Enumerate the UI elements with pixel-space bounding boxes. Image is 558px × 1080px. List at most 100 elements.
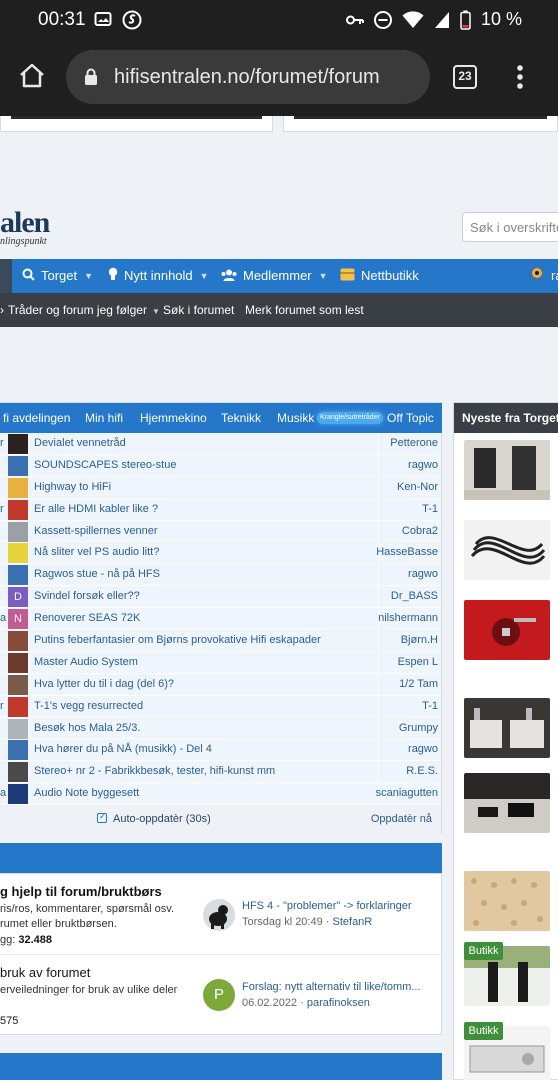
thread-author[interactable]: T-1 <box>422 503 438 515</box>
thread-title[interactable]: SOUNDSCAPES stereo-stue <box>34 459 176 471</box>
search-input[interactable]: Søk i overskrifter <box>462 212 558 242</box>
thread-title[interactable]: Putins feberfantasier om Bjørns provokat… <box>34 634 321 646</box>
tab-hifi-avdelingen[interactable]: fi avdelingen <box>3 403 70 433</box>
category-header[interactable] <box>0 1053 442 1080</box>
thread-row[interactable]: Nå sliter vel PS audio litt? HasseBasse <box>0 542 441 565</box>
thread-row[interactable]: Master Audio System Espen L <box>0 651 441 674</box>
thread-author[interactable]: Petterone <box>390 437 438 449</box>
last-post-title[interactable]: HFS 4 - "problemer" -> forklaringer <box>242 900 412 912</box>
thread-row[interactable]: SOUNDSCAPES stereo-stue ragwo <box>0 454 441 477</box>
thread-avatar[interactable] <box>8 631 28 652</box>
thread-author[interactable]: ragwo <box>408 743 438 755</box>
node-title[interactable]: bruk av forumet <box>0 965 90 980</box>
thread-row[interactable]: r T-1's vegg resurrected T-1 <box>0 695 441 718</box>
thread-avatar[interactable] <box>8 674 28 695</box>
update-now-link[interactable]: Oppdatèr nå <box>371 813 432 825</box>
thread-author[interactable]: Grumpy <box>399 722 438 734</box>
thread-title[interactable]: Svindel forsøk eller?? <box>34 590 140 602</box>
last-post-avatar[interactable] <box>203 899 235 931</box>
thread-title[interactable]: Kassett-spillernes venner <box>34 525 158 537</box>
subnav-mark-read[interactable]: Merk forumet som lest <box>245 293 364 327</box>
thread-title[interactable]: Renoverer SEAS 72K <box>34 612 140 624</box>
address-bar[interactable]: hifisentralen.no/forumet/forum <box>66 50 430 104</box>
thread-avatar[interactable] <box>8 696 28 717</box>
thread-title[interactable]: Besøk hos Mala 25/3. <box>34 722 140 734</box>
thread-row[interactable]: r Devialet vennetråd Petterone <box>0 433 441 455</box>
node-title[interactable]: g hjelp til forum/bruktbørs <box>0 884 162 899</box>
thread-title[interactable]: Er alle HDMI kabler like ? <box>34 503 158 515</box>
thread-author[interactable]: Cobra2 <box>402 525 438 537</box>
listing-thumbnail[interactable] <box>464 698 550 758</box>
thread-author[interactable]: Dr_BASS <box>391 590 438 602</box>
thread-author[interactable]: Bjørn.H <box>401 634 438 646</box>
thread-row[interactable]: Highway to HiFi Ken-Nor <box>0 476 441 499</box>
tab-teknikk[interactable]: Teknikk <box>221 403 261 433</box>
forum-node[interactable]: g hjelp til forum/bruktbørs ris/ros, kom… <box>0 874 442 954</box>
listing-thumbnail[interactable] <box>464 773 550 833</box>
thread-author[interactable]: scaniagutten <box>376 787 438 799</box>
tab-hjemmekino[interactable]: Hjemmekino <box>140 403 207 433</box>
more-menu-icon[interactable] <box>516 64 524 90</box>
listing-thumbnail[interactable] <box>464 600 550 660</box>
thread-title[interactable]: Highway to HiFi <box>34 481 111 493</box>
thread-author[interactable]: T-1 <box>422 700 438 712</box>
thread-avatar[interactable]: N <box>8 609 28 630</box>
thread-author[interactable]: ragwo <box>408 568 438 580</box>
listing-thumbnail[interactable] <box>464 871 550 931</box>
thread-row[interactable]: D Svindel forsøk eller?? Dr_BASS <box>0 586 441 609</box>
thread-author[interactable]: HasseBasse <box>376 546 438 558</box>
subnav-followed-threads[interactable]: › Tråder og forum jeg følger ▼ <box>0 293 160 327</box>
nav-item-account[interactable]: ra <box>529 259 558 293</box>
category-header[interactable] <box>0 843 442 873</box>
thread-row[interactable]: a N Renoverer SEAS 72K nilshermann <box>0 608 441 631</box>
thread-avatar[interactable] <box>8 521 28 542</box>
thread-author[interactable]: R.E.S. <box>406 765 438 777</box>
listing-thumbnail[interactable] <box>464 440 550 500</box>
thread-avatar[interactable] <box>8 477 28 498</box>
thread-title[interactable]: T-1's vegg resurrected <box>34 700 143 712</box>
thread-row[interactable]: Ragwos stue - nå på HFS ragwo <box>0 564 441 587</box>
thread-row[interactable]: Putins feberfantasier om Bjørns provokat… <box>0 630 441 652</box>
tab-min-hifi[interactable]: Min hifi <box>85 403 123 433</box>
thread-author[interactable]: ragwo <box>408 459 438 471</box>
thread-avatar[interactable] <box>8 762 28 783</box>
thread-title[interactable]: Hva lytter du til i dag (del 6)? <box>34 678 174 690</box>
thread-title[interactable]: Nå sliter vel PS audio litt? <box>34 546 159 558</box>
site-logo[interactable]: alen <box>0 206 50 240</box>
thread-avatar[interactable] <box>8 718 28 739</box>
thread-author[interactable]: 1/2 Tam <box>399 678 438 690</box>
thread-avatar[interactable] <box>8 652 28 673</box>
thread-title[interactable]: Stereo+ nr 2 - Fabrikkbesøk, tester, hif… <box>34 765 275 777</box>
ad-banner[interactable] <box>0 116 273 132</box>
thread-title[interactable]: Master Audio System <box>34 656 138 668</box>
last-post-avatar[interactable]: P <box>203 979 235 1011</box>
nav-item-medlemmer[interactable]: Medlemmer ▼ <box>221 259 328 293</box>
nav-item-torget[interactable]: Torget ▼ <box>22 259 93 293</box>
thread-avatar[interactable] <box>8 740 28 761</box>
thread-row[interactable]: Stereo+ nr 2 - Fabrikkbesøk, tester, hif… <box>0 761 441 784</box>
thread-author[interactable]: Ken-Nor <box>397 481 438 493</box>
thread-row[interactable]: Hva lytter du til i dag (del 6)? 1/2 Tam <box>0 673 441 696</box>
thread-title[interactable]: Ragwos stue - nå på HFS <box>34 568 160 580</box>
thread-avatar[interactable] <box>8 455 28 476</box>
last-post-title[interactable]: Forslag: nytt alternativ til like/tomm..… <box>242 981 421 993</box>
thread-avatar[interactable]: D <box>8 587 28 608</box>
auto-update-toggle[interactable]: Auto-oppdatèr (30s) <box>97 811 211 825</box>
thread-row[interactable]: Hva hører du på NÅ (musikk) - Del 4 ragwo <box>0 739 441 762</box>
ad-banner[interactable] <box>283 116 558 132</box>
tab-musikk[interactable]: Musikk <box>277 403 314 433</box>
thread-row[interactable]: r Er alle HDMI kabler like ? T-1 <box>0 498 441 521</box>
listing-thumbnail[interactable] <box>464 520 550 580</box>
thread-avatar[interactable] <box>8 784 28 805</box>
thread-avatar[interactable] <box>8 434 28 454</box>
thread-row[interactable]: Besøk hos Mala 25/3. Grumpy <box>0 717 441 740</box>
thread-author[interactable]: nilshermann <box>378 612 438 624</box>
subnav-search-forum[interactable]: Søk i forumet <box>163 293 234 327</box>
tab-switcher-button[interactable]: 23 <box>453 65 477 89</box>
nav-item-nytt-innhold[interactable]: Nytt innhold ▼ <box>108 259 209 293</box>
thread-title[interactable]: Hva hører du på NÅ (musikk) - Del 4 <box>34 743 212 755</box>
tab-krangle[interactable]: Krangle/sutretråder <box>317 412 383 424</box>
thread-title[interactable]: Audio Note byggesett <box>34 787 139 799</box>
checkbox-icon[interactable] <box>97 811 107 823</box>
thread-author[interactable]: Espen L <box>398 656 438 668</box>
